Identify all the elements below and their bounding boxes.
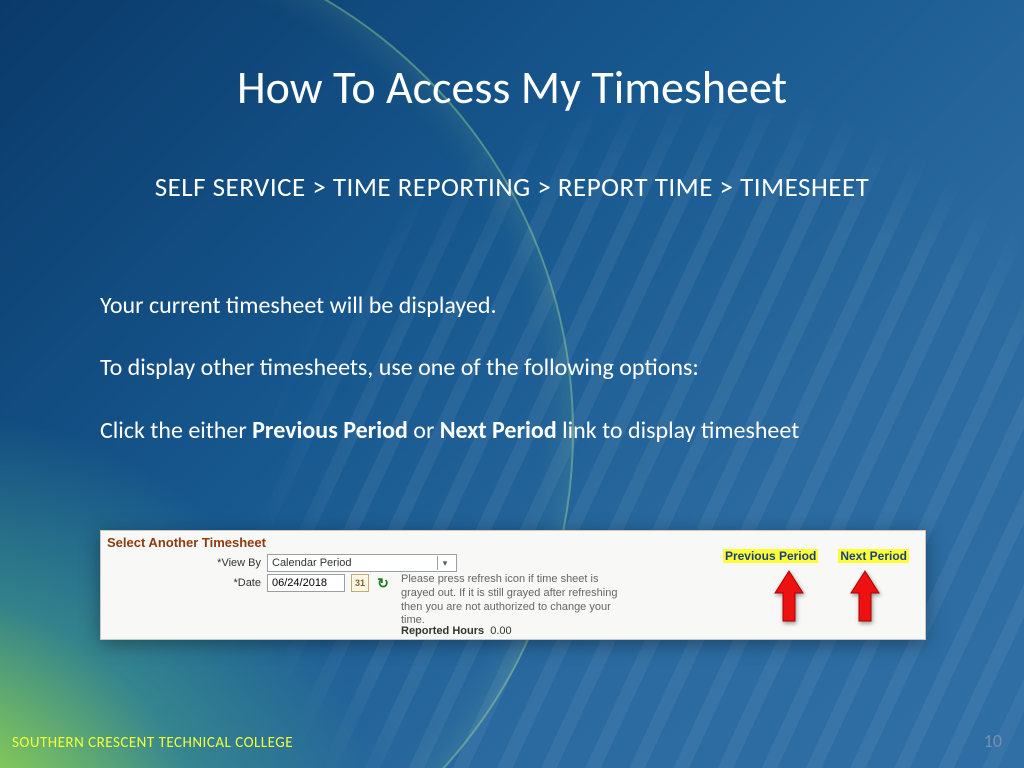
reported-hours-label: Reported Hours [401,625,484,637]
emphasis-previous-period: Previous Period [252,416,408,445]
previous-period-link[interactable]: Previous Period [723,549,818,563]
slide: How To Access My Timesheet SELF SERVICE … [0,0,1024,768]
view-by-select[interactable]: Calendar Period ▾ [267,554,457,572]
paragraph-instruction: Click the either Previous Period or Next… [100,415,944,447]
date-label: *Date [191,577,261,589]
body-text: Your current timesheet will be displayed… [100,290,944,477]
view-by-value: Calendar Period [272,557,352,569]
emphasis-next-period: Next Period [440,416,557,445]
reported-hours-value: 0.00 [490,625,511,637]
arrow-icon [771,569,807,625]
paragraph-options: To display other timesheets, use one of … [100,352,944,384]
page-number: 10 [984,730,1002,752]
slide-title: How To Access My Timesheet [0,60,1024,116]
text-fragment: Click the either [100,416,252,445]
date-input[interactable] [267,574,345,592]
next-period-link[interactable]: Next Period [838,549,909,563]
text-fragment: or [408,416,440,445]
paragraph-current: Your current timesheet will be displayed… [100,290,944,322]
timesheet-panel: Select Another Timesheet *View By Calend… [100,530,926,640]
text-fragment: link to display timesheet [557,416,800,445]
period-links: Previous Period Next Period [723,549,909,563]
calendar-icon[interactable]: 31 [351,574,369,592]
breadcrumb-path: SELF SERVICE > TIME REPORTING > REPORT T… [100,170,924,206]
chevron-down-icon: ▾ [437,556,452,570]
arrow-icon [847,569,883,625]
refresh-icon[interactable]: ↻ [375,575,391,591]
footer-org: SOUTHERN CRESCENT TECHNICAL COLLEGE [12,734,293,752]
reported-hours: Reported Hours 0.00 [401,625,512,637]
help-note: Please press refresh icon if time sheet … [401,573,621,628]
view-by-label: *View By [191,557,261,569]
